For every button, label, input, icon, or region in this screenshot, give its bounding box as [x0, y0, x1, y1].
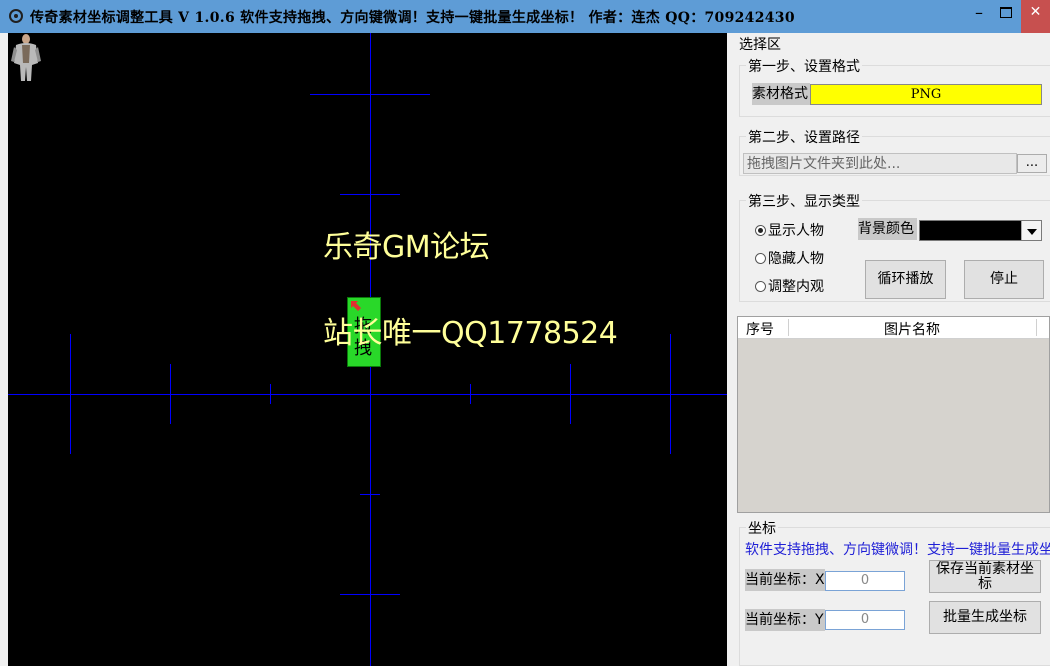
- maximize-button[interactable]: [992, 0, 1020, 25]
- column-separator[interactable]: [788, 319, 789, 336]
- step3-title: 第三步、显示类型: [746, 191, 862, 211]
- section-title: 选择区: [739, 37, 781, 53]
- coord-x-input[interactable]: 0: [825, 571, 905, 591]
- column-header-index[interactable]: 序号: [746, 319, 774, 339]
- browse-button[interactable]: ...: [1017, 154, 1047, 173]
- app-icon: [9, 9, 23, 23]
- stop-button[interactable]: 停止: [964, 260, 1044, 299]
- batch-generate-button[interactable]: 批量生成坐标: [929, 601, 1041, 634]
- format-label: 素材格式: [752, 83, 810, 105]
- watermark-contact: 站长唯一QQ1778524: [323, 316, 618, 351]
- image-list[interactable]: 序号 图片名称: [737, 316, 1050, 513]
- window-title: 传奇素材坐标调整工具 V 1.0.6 软件支持拖拽、方向键微调！支持一键批量生成…: [30, 10, 795, 26]
- step2-title: 第二步、设置路径: [746, 127, 862, 147]
- minimize-button[interactable]: –: [965, 0, 993, 25]
- close-button[interactable]: ✕: [1021, 0, 1050, 33]
- radio-adjust-appearance[interactable]: 调整内观: [755, 276, 824, 296]
- preview-canvas[interactable]: 乐奇GM论坛 拖 拽 站长唯一QQ1778524: [8, 33, 727, 666]
- save-coords-button[interactable]: 保存当前素材坐标: [929, 560, 1041, 593]
- radio-show-character[interactable]: 显示人物: [755, 220, 824, 240]
- character-sprite[interactable]: [8, 33, 44, 85]
- feature-notice: 软件支持拖拽、方向键微调！支持一键批量生成坐标！: [745, 542, 1050, 558]
- loop-play-button[interactable]: 循环播放: [865, 260, 946, 299]
- bg-color-select[interactable]: [919, 220, 1042, 241]
- title-bar: 传奇素材坐标调整工具 V 1.0.6 软件支持拖拽、方向键微调！支持一键批量生成…: [0, 0, 1050, 33]
- list-header: 序号 图片名称: [738, 317, 1049, 339]
- format-input[interactable]: PNG: [810, 84, 1042, 105]
- control-panel: 选择区 第一步、设置格式 素材格式 PNG 第二步、设置路径 拖拽图片文件夹到此…: [727, 33, 1050, 666]
- coord-y-label: 当前坐标：Y: [745, 609, 825, 631]
- step1-title: 第一步、设置格式: [746, 56, 862, 76]
- coords-title: 坐标: [746, 518, 778, 538]
- radio-hide-character[interactable]: 隐藏人物: [755, 248, 824, 268]
- column-header-name[interactable]: 图片名称: [884, 319, 940, 339]
- path-input[interactable]: 拖拽图片文件夹到此处...: [743, 153, 1017, 174]
- chevron-down-icon[interactable]: [1021, 221, 1041, 240]
- bg-color-label: 背景颜色: [858, 218, 917, 240]
- coord-y-input[interactable]: 0: [825, 610, 905, 630]
- radio-checked-icon: [755, 225, 766, 236]
- radio-unchecked-icon: [755, 281, 766, 292]
- radio-unchecked-icon: [755, 253, 766, 264]
- maximize-icon: [1000, 7, 1012, 18]
- watermark-forum: 乐奇GM论坛: [323, 230, 490, 265]
- column-separator[interactable]: [1036, 319, 1037, 336]
- coord-x-label: 当前坐标：X: [745, 569, 825, 591]
